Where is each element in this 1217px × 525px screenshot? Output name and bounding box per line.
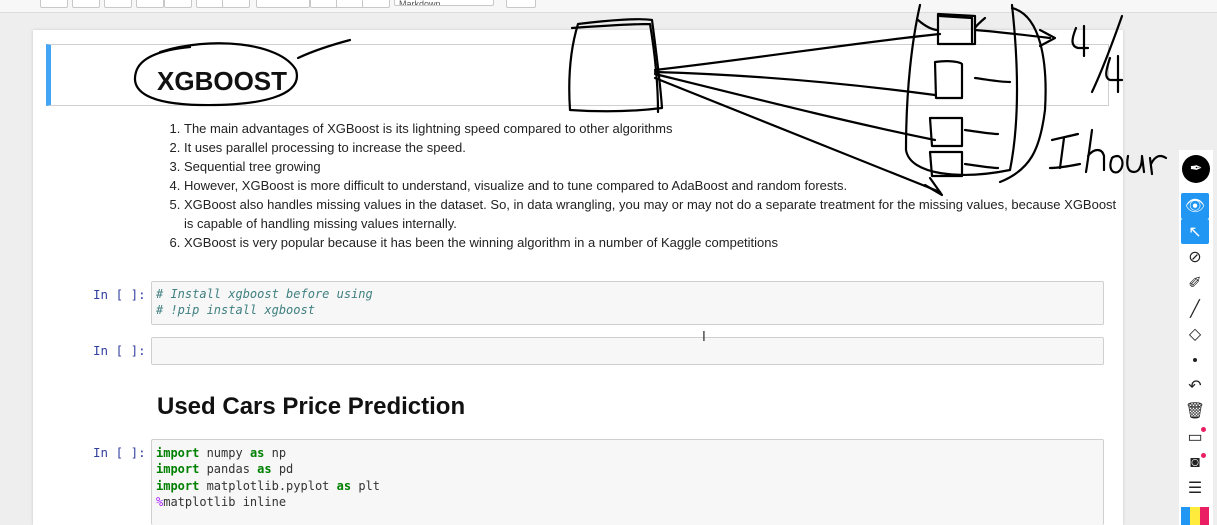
- whiteboard-icon[interactable]: ▭: [1181, 424, 1209, 450]
- cell-prompt: In [ ]:: [93, 343, 146, 358]
- text-cursor-icon: I: [702, 330, 706, 345]
- code-line: # Install xgboost before using: [156, 287, 373, 301]
- pen-logo-icon[interactable]: ✒: [1182, 155, 1210, 183]
- highlighter-icon[interactable]: ✐: [1181, 270, 1209, 296]
- code-text: import numpy as np import pandas as pd imp…: [156, 445, 380, 510]
- code-line: import matplotlib.pyplot as plt: [156, 478, 380, 493]
- eraser-icon[interactable]: ◇: [1181, 321, 1209, 347]
- trash-icon[interactable]: 🗑: [1181, 399, 1209, 425]
- add-cell-button[interactable]: [72, 0, 100, 8]
- eye-icon[interactable]: 👁: [1181, 193, 1209, 219]
- color-swatch-blue[interactable]: [1181, 507, 1191, 525]
- restart-button[interactable]: [336, 0, 364, 8]
- save-button[interactable]: [40, 0, 68, 8]
- undo-icon[interactable]: ↶: [1181, 373, 1209, 399]
- cell-type-select[interactable]: Markdown: [394, 0, 494, 6]
- list-item: It uses parallel processing to increase …: [184, 138, 1124, 157]
- code-text: # Install xgboost before using # !pip ins…: [156, 286, 373, 319]
- copy-button[interactable]: [136, 0, 164, 8]
- notebook-toolbar: Markdown: [0, 0, 1217, 13]
- interrupt-button[interactable]: [310, 0, 338, 8]
- code-line: %matplotlib inline: [156, 494, 287, 509]
- code-line: import pandas as pd: [156, 462, 294, 477]
- move-up-button[interactable]: [196, 0, 224, 8]
- command-palette-button[interactable]: [506, 0, 536, 8]
- color-swatch-pink[interactable]: [1199, 507, 1209, 525]
- list-item: XGBoost is very popular because it has b…: [184, 233, 1124, 252]
- list-item: The main advantages of XGBoost is its li…: [184, 119, 1124, 138]
- pointer-icon[interactable]: ↖: [1181, 218, 1209, 245]
- list-item: However, XGBoost is more difficult to un…: [184, 176, 1124, 195]
- camera-icon[interactable]: ◙: [1181, 450, 1209, 476]
- move-down-button[interactable]: [222, 0, 250, 8]
- code-line: # !pip install xgboost: [156, 303, 315, 318]
- section-heading: Used Cars Price Prediction: [157, 393, 466, 420]
- paste-button[interactable]: [164, 0, 192, 8]
- list-item: Sequential tree growing: [184, 157, 1124, 176]
- code-cell-empty[interactable]: [151, 337, 1104, 365]
- notes-icon[interactable]: ☰: [1181, 476, 1209, 502]
- drawing-tools: 👁 ↖ ⊘ ✐ ╱ ◇ ↶ 🗑 ▭ ◙ ☰: [1181, 193, 1209, 525]
- marker-icon[interactable]: ╱: [1181, 296, 1209, 322]
- cell-prompt: In [ ]:: [93, 445, 146, 460]
- xgboost-heading: XGBOOST: [157, 66, 288, 96]
- advantages-list: The main advantages of XGBoost is its li…: [160, 119, 1124, 252]
- code-line: import numpy as np: [156, 446, 287, 460]
- color-swatch-yellow[interactable]: [1190, 507, 1200, 525]
- run-button[interactable]: [256, 0, 310, 8]
- dot-size-icon[interactable]: [1181, 347, 1209, 373]
- pen-off-icon[interactable]: ⊘: [1181, 244, 1209, 270]
- restart-run-button[interactable]: [362, 0, 390, 8]
- color-swatches: [1181, 507, 1209, 525]
- cut-button[interactable]: [104, 0, 132, 8]
- cell-prompt: In [ ]:: [93, 287, 146, 302]
- list-item: XGBoost also handles missing values in t…: [184, 195, 1124, 233]
